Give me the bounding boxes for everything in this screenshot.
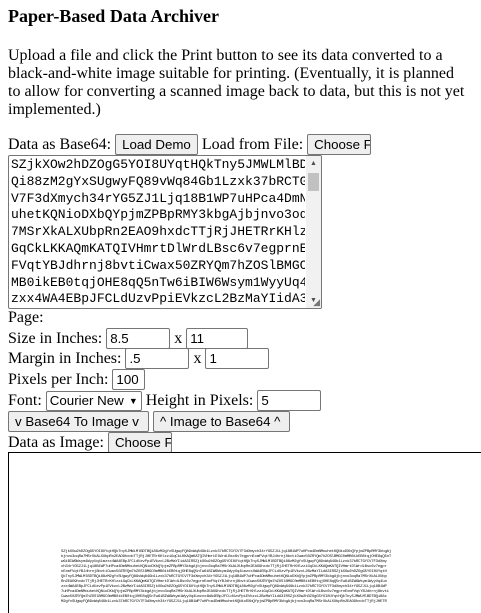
page-title: Paper-Based Data Archiver (8, 6, 219, 26)
base64-to-image-button[interactable]: v Base64 To Image v (8, 411, 149, 432)
convert-row: v Base64 To Image v ^ Image to Base64 ^ (8, 411, 290, 432)
choose-file-button[interactable]: Choose F (307, 134, 372, 155)
page-label: Page: (8, 309, 44, 326)
data-image-label: Data as Image: (8, 433, 104, 451)
ppi-label: Pixels per Inch: (8, 370, 109, 388)
choose-image-file-button[interactable]: Choose F (107, 432, 172, 453)
load-from-file-label: Load from File: (201, 135, 304, 153)
paper-data-archiver-page: Paper-Based Data Archiver Upload a file … (0, 0, 481, 613)
image-row: Data as Image: Choose F (8, 432, 172, 453)
ppi-input[interactable]: 100 (112, 369, 146, 390)
image-to-base64-button[interactable]: ^ Image to Base64 ^ (153, 411, 290, 432)
scroll-up-icon[interactable]: ▲ (306, 156, 321, 171)
margin-label: Margin in Inches: (8, 349, 122, 367)
printed-data-image: SZjkXOw2hDZOgG5YOI8UYqtHQkTny5JMWLMlBDTB… (61, 550, 481, 605)
base64-textarea[interactable]: SZjkXOw2hDZOgG5YOI8UYqtHQkTny5JMWLMlBDTB… (8, 155, 322, 309)
data-image-canvas: SZjkXOw2hDZOgG5YOI8UYqtHQkTny5JMWLMlBDTB… (8, 452, 481, 613)
font-label: Font: (8, 391, 42, 409)
font-row: Font: Courier New ▼ Height in Pixels: 5 (8, 390, 322, 411)
height-label: Height in Pixels: (145, 391, 254, 409)
margin-row: Margin in Inches: .5 x 1 (8, 348, 270, 369)
intro-text: Upload a file and click the Print button… (8, 47, 465, 118)
margin-x-input[interactable]: .5 (125, 348, 190, 369)
size-label: Size in Inches: (8, 329, 103, 347)
margin-y-input[interactable]: 1 (205, 348, 270, 369)
data-base64-row: Data as Base64: Load Demo Load from File… (8, 134, 372, 155)
scroll-thumb[interactable] (308, 173, 319, 191)
base64-text: SZjkXOw2hDZOgG5YOI8UYqtHQkTny5JMWLMlBDTB… (11, 157, 305, 307)
size-width-input[interactable]: 8.5 (106, 328, 171, 349)
load-demo-button[interactable]: Load Demo (115, 134, 198, 155)
height-input[interactable]: 5 (257, 390, 322, 411)
size-height-input[interactable]: 11 (186, 328, 249, 349)
margin-times-label: x (193, 349, 202, 367)
font-select[interactable]: Courier New ▼ (45, 390, 142, 411)
chevron-down-icon: ▼ (128, 395, 138, 406)
resize-handle-icon[interactable]: ◢ (313, 298, 320, 307)
printed-data-line: M2gYxSUgwyFQ89vWq84Gb1Lzxk37bRCTGYCV7F3d… (61, 600, 387, 604)
size-row: Size in Inches: 8.5 x 11 (8, 328, 249, 349)
ppi-row: Pixels per Inch: 100 (8, 369, 146, 390)
font-select-value: Courier New (49, 392, 124, 408)
size-times-label: x (174, 329, 183, 347)
data-base64-label: Data as Base64: (8, 135, 112, 153)
textarea-scrollbar[interactable]: ▲ ▼ (306, 156, 321, 308)
